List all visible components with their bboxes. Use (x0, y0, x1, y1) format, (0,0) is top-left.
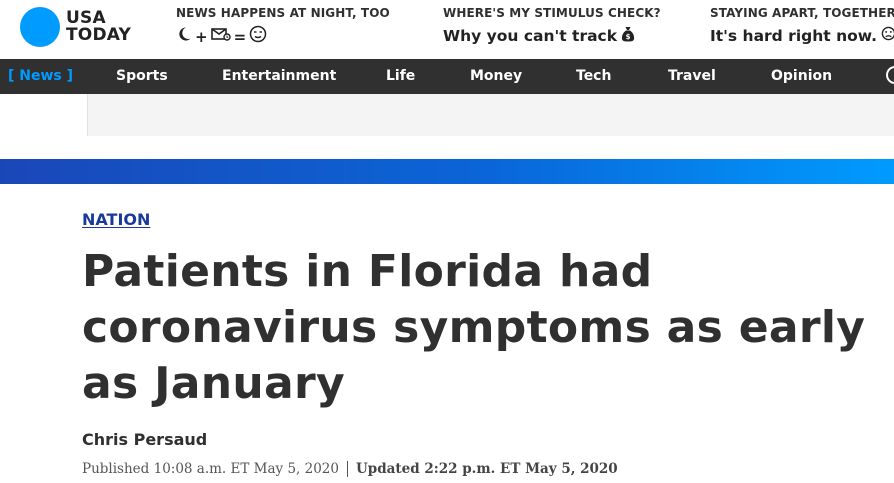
logo-dot (20, 7, 60, 47)
promo-icon-equation: + = (176, 25, 390, 48)
promo-kicker: NEWS HAPPENS AT NIGHT, TOO (176, 6, 390, 20)
nav-item-money[interactable]: Money (470, 59, 522, 94)
byline-author[interactable]: Chris Persaud (82, 430, 207, 449)
promo-title-row: It's hard right now. (710, 26, 894, 45)
wink-face-icon (249, 25, 267, 48)
nav-item-opinion[interactable]: Opinion (771, 59, 832, 94)
nav-item-tech[interactable]: Tech (576, 59, 611, 94)
search-icon[interactable] (886, 66, 894, 84)
main-nav: [ News ] Sports Entertainment Life Money… (0, 59, 894, 94)
nav-item-travel[interactable]: Travel (668, 59, 716, 94)
sad-face-icon (881, 26, 894, 45)
logo-wordmark: USA TODAY (66, 10, 131, 44)
promo-title: It's hard right now. (710, 26, 877, 45)
nav-item-news[interactable]: [ News ] (8, 59, 73, 94)
ad-band (0, 94, 894, 136)
updated-time: Updated 2:22 p.m. ET May 5, 2020 (356, 461, 618, 477)
section-link[interactable]: NATION (82, 210, 150, 229)
promo-title-row: Why you can't track $ (443, 26, 661, 46)
promo-staying-apart[interactable]: STAYING APART, TOGETHER It's hard right … (710, 6, 894, 45)
equals-sign: = (233, 27, 247, 46)
promo-stimulus-check[interactable]: WHERE'S MY STIMULUS CHECK? Why you can't… (443, 6, 661, 46)
nav-item-sports[interactable]: Sports (116, 59, 168, 94)
promo-kicker: WHERE'S MY STIMULUS CHECK? (443, 6, 661, 20)
promo-title: Why you can't track (443, 27, 618, 45)
section-color-band (0, 159, 894, 184)
svg-text:$: $ (626, 33, 631, 41)
moon-icon (176, 26, 192, 47)
promo-night-news[interactable]: NEWS HAPPENS AT NIGHT, TOO + = (176, 6, 390, 48)
article-headline: Patients in Florida had coronavirus symp… (82, 246, 866, 409)
usa-today-logo[interactable]: USA TODAY (20, 7, 131, 47)
article-timestamps: Published 10:08 a.m. ET May 5, 2020 Upda… (82, 461, 618, 477)
logo-line-2: TODAY (66, 25, 131, 45)
timestamp-divider (347, 461, 348, 477)
nav-item-life[interactable]: Life (386, 59, 415, 94)
ad-slot (87, 94, 894, 136)
nav-item-entertainment[interactable]: Entertainment (222, 59, 336, 94)
email-icon (210, 26, 231, 47)
published-time: Published 10:08 a.m. ET May 5, 2020 (82, 461, 339, 477)
top-bar: USA TODAY NEWS HAPPENS AT NIGHT, TOO + =… (0, 0, 894, 59)
plus-sign: + (195, 27, 208, 46)
article-header: NATION Patients in Florida had coronavir… (82, 210, 894, 477)
money-bag-icon: $ (621, 26, 635, 46)
promo-kicker: STAYING APART, TOGETHER (710, 6, 894, 20)
